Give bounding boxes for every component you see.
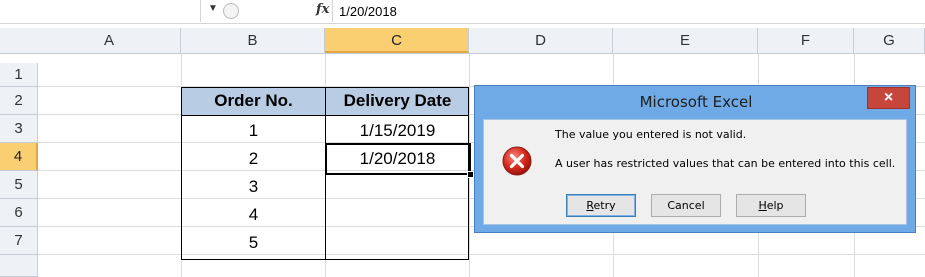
insert-function-icon[interactable]: fx (316, 2, 329, 17)
column-header-d[interactable]: D (469, 28, 613, 53)
header-order-no[interactable]: Order No. (182, 91, 325, 111)
row-header-2[interactable]: 2 (0, 87, 38, 115)
column-header-e[interactable]: E (613, 28, 758, 53)
row-header-1[interactable]: 1 (0, 63, 38, 87)
retry-access-key: R (586, 199, 594, 212)
row-header-3[interactable]: 3 (0, 115, 38, 143)
column-header-f[interactable]: F (758, 28, 854, 53)
help-access-key: H (758, 199, 767, 212)
cell-order-2[interactable]: 2 (182, 149, 325, 169)
row-header-7[interactable]: 7 (0, 227, 38, 255)
row-header-8[interactable] (0, 255, 38, 277)
fill-handle[interactable] (467, 171, 474, 178)
formula-input[interactable]: 1/20/2018 (339, 4, 397, 19)
dialog-message-line-2: A user has restricted values that can be… (555, 157, 896, 170)
row-header-5[interactable]: 5 (0, 171, 38, 199)
cell-order-1[interactable]: 1 (182, 121, 325, 141)
cell-date-1[interactable]: 1/15/2019 (326, 121, 469, 141)
cancel-button[interactable]: Cancel (651, 194, 721, 217)
dialog-message-line-1: The value you entered is not valid. (555, 128, 747, 141)
error-x-icon (502, 146, 532, 176)
gridline (38, 254, 925, 255)
cell-order-4[interactable]: 4 (182, 205, 325, 225)
column-header-g[interactable]: G (854, 28, 925, 53)
name-box[interactable] (0, 0, 201, 22)
column-header-b[interactable]: B (181, 28, 325, 53)
formula-separator (332, 0, 333, 22)
column-header-bar: A B C D E F G (0, 28, 925, 54)
retry-label: etry (593, 199, 616, 212)
close-button[interactable]: × (867, 87, 910, 109)
formula-cancel-icon[interactable] (223, 3, 239, 19)
active-cell-c4[interactable] (325, 143, 471, 175)
dialog-body: The value you entered is not valid. A us… (483, 119, 907, 225)
row-header-6[interactable]: 6 (0, 199, 38, 227)
column-header-a[interactable]: A (38, 28, 181, 53)
row-header-4[interactable]: 4 (0, 143, 38, 171)
help-button[interactable]: Help (736, 194, 806, 217)
cell-order-3[interactable]: 3 (182, 177, 325, 197)
error-dialog: Microsoft Excel × The value you entered … (474, 85, 916, 233)
dialog-title: Microsoft Excel (639, 93, 753, 111)
formula-bar: ▼ fx 1/20/2018 (0, 0, 925, 24)
column-header-c[interactable]: C (325, 28, 469, 53)
help-label: elp (766, 199, 784, 212)
cell-order-5[interactable]: 5 (182, 233, 325, 253)
retry-button[interactable]: Retry (566, 194, 636, 217)
header-delivery-date[interactable]: Delivery Date (326, 91, 469, 111)
name-box-dropdown-icon[interactable]: ▼ (208, 3, 218, 14)
